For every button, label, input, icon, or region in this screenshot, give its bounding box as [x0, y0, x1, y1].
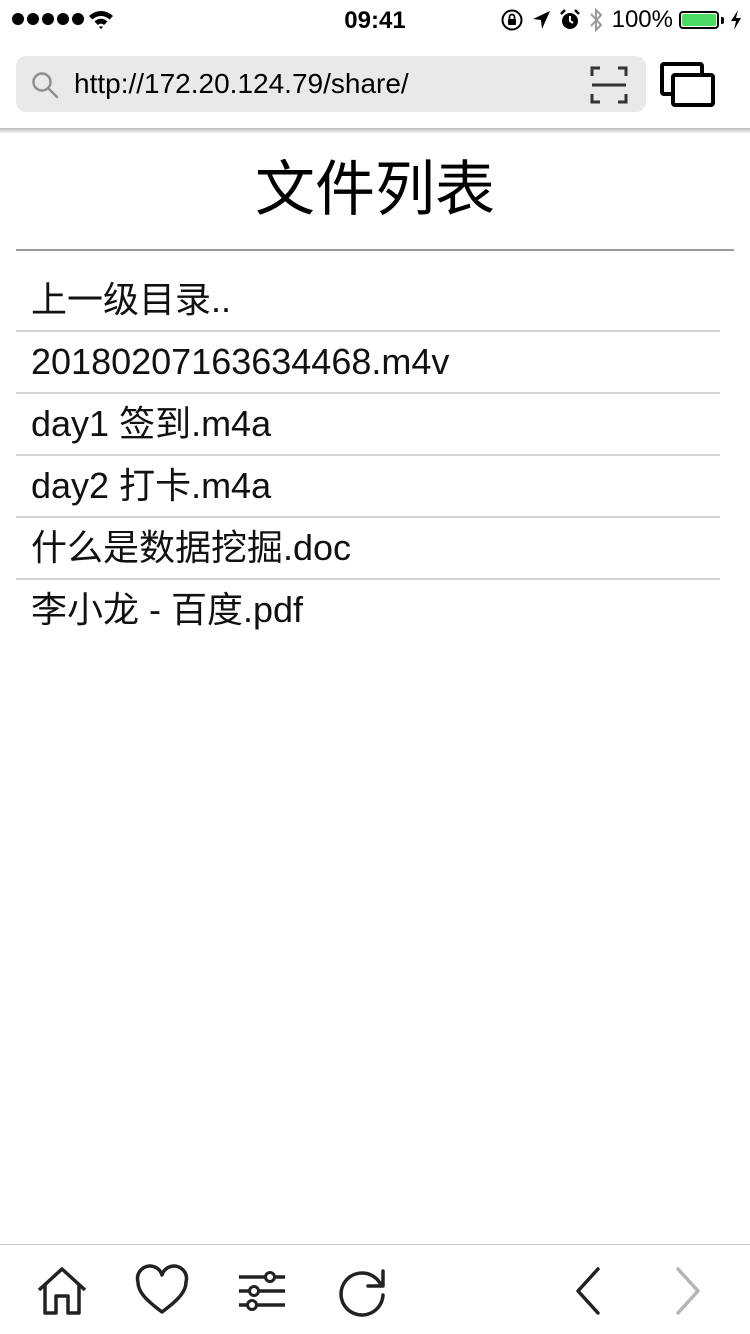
refresh-icon: [339, 1269, 385, 1317]
file-link[interactable]: day2 打卡.m4a: [16, 456, 720, 518]
file-list: 上一级目录.. 20180207163634468.m4v day1 签到.m4…: [16, 270, 720, 640]
file-link[interactable]: day1 签到.m4a: [16, 394, 720, 456]
file-link[interactable]: 李小龙 - 百度.pdf: [16, 580, 720, 640]
page-title: 文件列表: [255, 156, 495, 223]
bottom-toolbar: [0, 1244, 750, 1334]
refresh-button[interactable]: [334, 1263, 390, 1319]
battery-tip: [721, 16, 724, 24]
status-indicators: 100%: [500, 6, 742, 34]
back-icon: [576, 1267, 600, 1315]
charging-bolt-icon: [731, 10, 741, 30]
orientation-lock-icon: [501, 9, 523, 31]
battery-percent: 100%: [611, 6, 673, 33]
forward-button[interactable]: [660, 1263, 716, 1319]
favorites-button[interactable]: [134, 1263, 190, 1319]
file-link[interactable]: 什么是数据挖掘.doc: [16, 518, 720, 580]
home-button[interactable]: [34, 1263, 90, 1319]
browser-screen: 09:41 100% http://172.20.124.79/share/ 文…: [0, 0, 750, 1334]
url-input[interactable]: http://172.20.124.79/share/: [74, 68, 409, 100]
sliders-icon: [239, 1271, 285, 1311]
battery-level: [682, 14, 716, 26]
address-bar[interactable]: http://172.20.124.79/share/: [16, 56, 646, 112]
status-bar: 09:41 100%: [0, 0, 750, 40]
forward-icon: [676, 1267, 700, 1315]
toolbar-divider: [0, 128, 750, 134]
home-icon: [37, 1267, 87, 1315]
search-icon: [32, 72, 59, 99]
title-divider: [16, 249, 734, 251]
battery-icon: [679, 11, 719, 29]
file-link[interactable]: 20180207163634468.m4v: [16, 332, 720, 394]
alarm-icon: [559, 9, 580, 29]
location-arrow-icon: [532, 11, 550, 29]
scan-icon[interactable]: [590, 66, 628, 104]
file-link-parent-directory[interactable]: 上一级目录..: [16, 270, 720, 332]
settings-button[interactable]: [234, 1263, 290, 1319]
back-button[interactable]: [560, 1263, 616, 1319]
heart-icon: [135, 1264, 189, 1314]
tabs-icon[interactable]: [660, 60, 716, 110]
bluetooth-icon: [589, 7, 602, 33]
